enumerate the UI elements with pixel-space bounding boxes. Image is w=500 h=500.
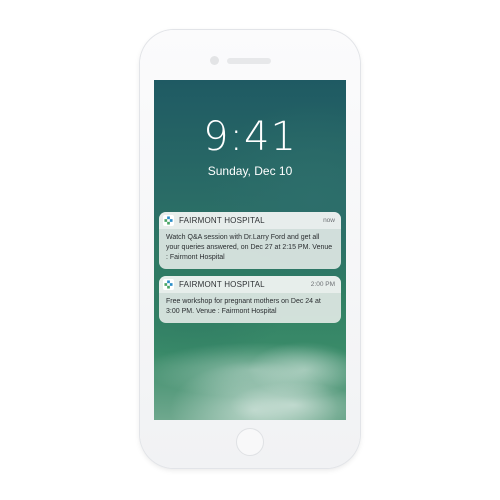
front-camera xyxy=(210,56,219,65)
phone-frame: 9:41 Sunday, Dec 10 FAIRMONT HOSPITAL no… xyxy=(140,30,360,468)
notification-message: Free workshop for pregnant mothers on De… xyxy=(166,298,321,315)
lock-screen-time: 9:41 xyxy=(203,114,297,160)
notification-header: FAIRMONT HOSPITAL 2:00 PM xyxy=(159,276,341,293)
hospital-cross-icon xyxy=(163,215,174,226)
home-button[interactable] xyxy=(236,428,264,456)
notification-time: 2:00 PM xyxy=(310,281,335,288)
notification-message: Watch Q&A session with Dr.Larry Ford and… xyxy=(166,234,333,261)
notification-app-name: FAIRMONT HOSPITAL xyxy=(179,280,265,289)
notification-app-name: FAIRMONT HOSPITAL xyxy=(179,216,265,225)
lock-screen: 9:41 Sunday, Dec 10 FAIRMONT HOSPITAL no… xyxy=(154,80,346,420)
lock-screen-date: Sunday, Dec 10 xyxy=(207,164,293,178)
notification-header: FAIRMONT HOSPITAL now xyxy=(159,212,341,229)
hospital-cross-icon xyxy=(163,279,174,290)
earpiece-speaker xyxy=(227,58,271,64)
notification-time: now xyxy=(323,217,335,224)
notification-card[interactable]: FAIRMONT HOSPITAL now Watch Q&A session … xyxy=(159,212,341,269)
notification-card[interactable]: FAIRMONT HOSPITAL 2:00 PM Free workshop … xyxy=(159,276,341,323)
